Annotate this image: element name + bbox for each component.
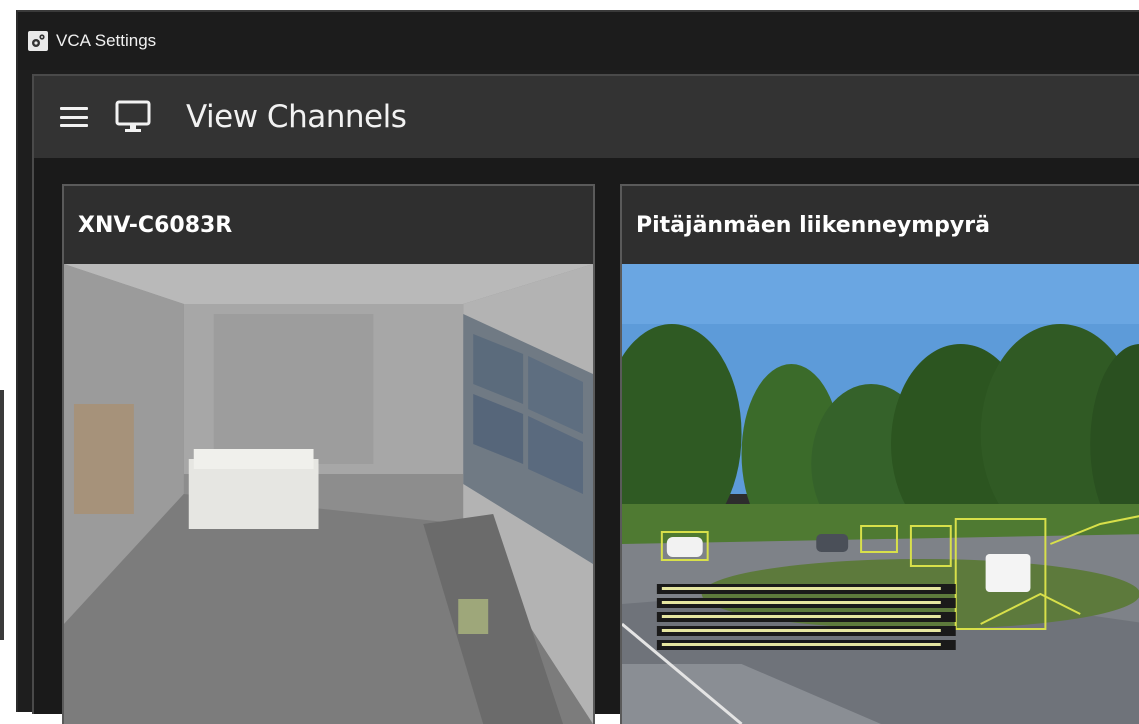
window-title: VCA Settings — [56, 31, 157, 50]
channel-title: Pitäjänmäen liikenneympyrä — [622, 186, 1139, 264]
channel-card[interactable]: XNV-C6083R — [62, 184, 595, 724]
monitor-icon — [115, 100, 151, 132]
channel-thumbnail[interactable] — [64, 264, 593, 724]
channel-card[interactable]: Pitäjänmäen liikenneympyrä — [620, 184, 1139, 724]
gear-icon — [28, 31, 48, 51]
panel-header: View Channels — [34, 76, 1139, 158]
window-edge — [0, 390, 4, 640]
page-title: View Channels — [186, 99, 407, 135]
app-window: VCA Settings View Channels XNV-C6083R Pi… — [16, 10, 1139, 724]
view-channels-panel: View Channels XNV-C6083R Pitäjänmäen lii… — [32, 74, 1139, 724]
title-bar: VCA Settings — [18, 12, 1139, 70]
channel-title: XNV-C6083R — [64, 186, 593, 264]
hamburger-icon[interactable] — [60, 107, 88, 127]
channel-thumbnail[interactable] — [622, 264, 1139, 724]
